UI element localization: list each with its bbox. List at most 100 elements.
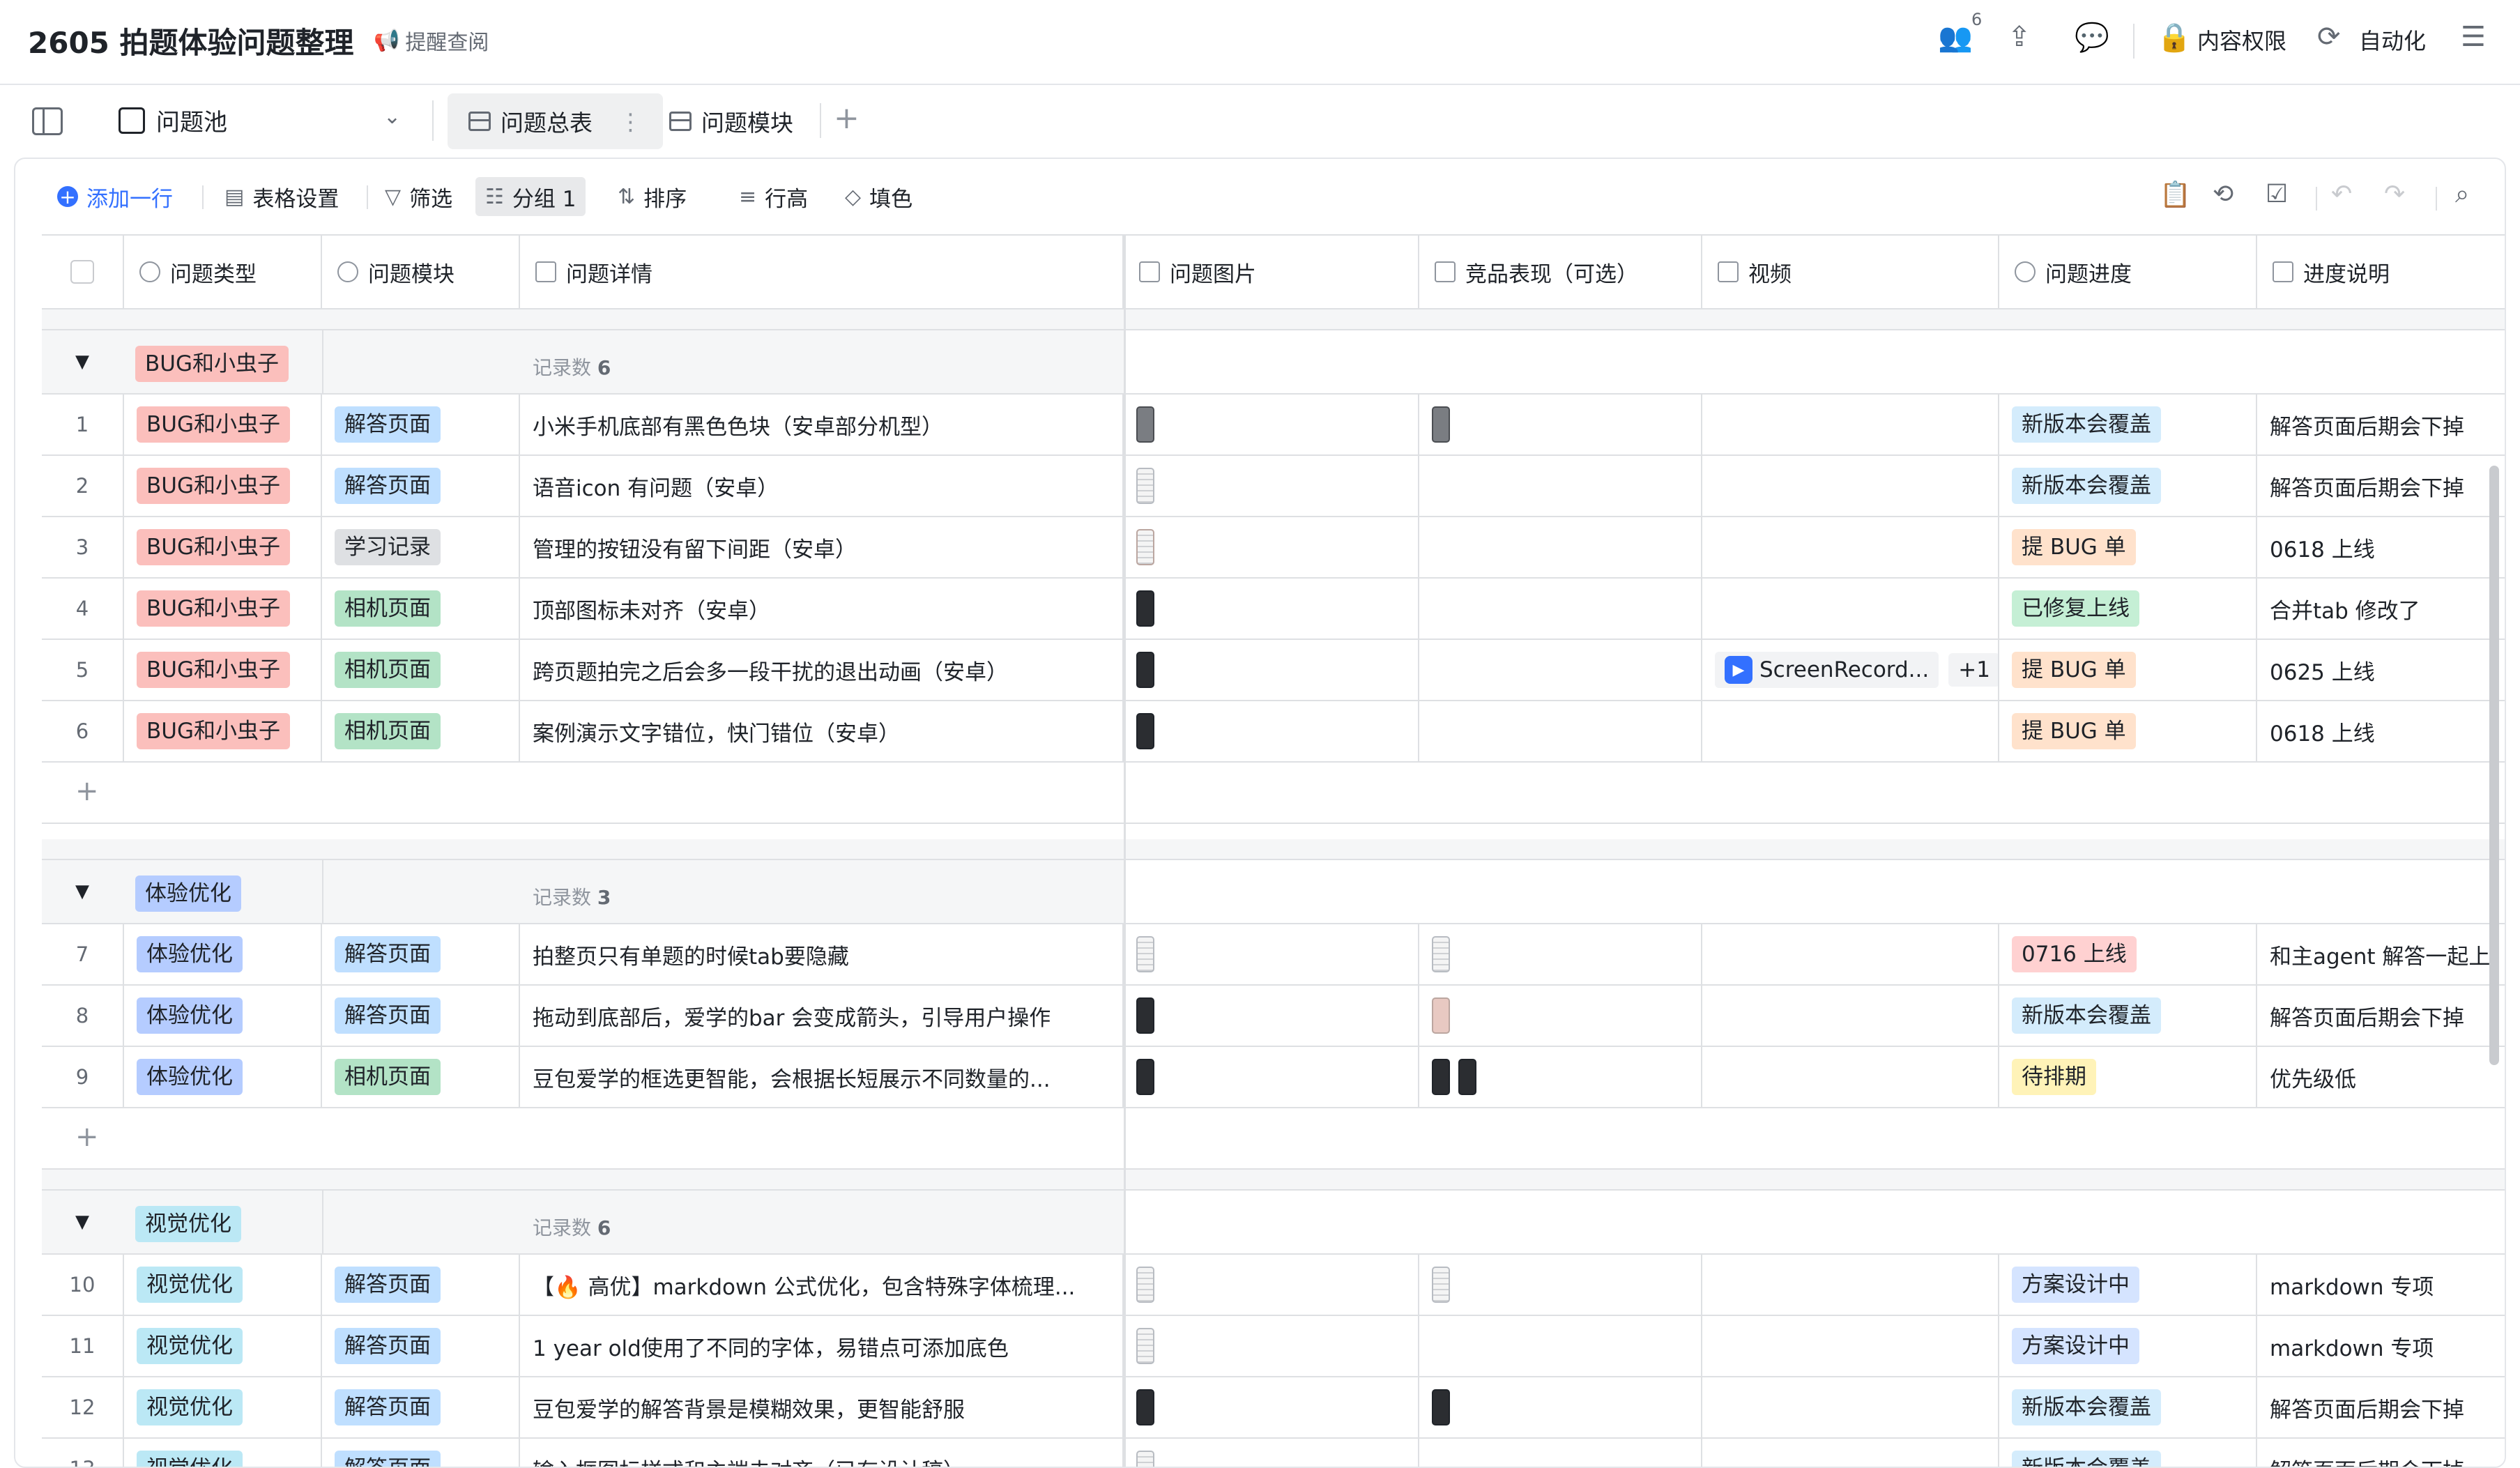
module-cell[interactable]: 解答页面: [322, 395, 520, 454]
row-number-cell[interactable]: 3: [42, 517, 124, 577]
table-row[interactable]: 1BUG和小虫子解答页面小米手机底部有黑色色块（安卓部分机型）新版本会覆盖解答页…: [42, 395, 2506, 456]
row-number-cell[interactable]: 7: [42, 924, 124, 984]
column-header-note[interactable]: 进度说明: [2257, 236, 2506, 308]
column-header-image[interactable]: 问题图片: [1124, 236, 1419, 308]
image-cell[interactable]: [1124, 1255, 1419, 1315]
row-number-cell[interactable]: 12: [42, 1377, 124, 1437]
collapse-triangle-icon[interactable]: ▼: [75, 881, 89, 902]
progress-cell[interactable]: 新版本会覆盖: [1999, 395, 2257, 454]
row-number-cell[interactable]: 5: [42, 640, 124, 700]
screenshot-thumbnail[interactable]: [1136, 468, 1154, 504]
detail-cell[interactable]: 语音icon 有问题（安卓）: [520, 456, 1124, 516]
note-cell[interactable]: 合并tab 修改了: [2257, 579, 2506, 639]
screenshot-thumbnail[interactable]: [1136, 652, 1154, 688]
video-cell[interactable]: [1702, 1316, 1999, 1376]
module-cell[interactable]: 学习记录: [322, 517, 520, 577]
note-cell[interactable]: 解答页面后期会下掉: [2257, 1377, 2506, 1437]
detail-cell[interactable]: 【🔥 高优】markdown 公式优化，包含特殊字体梳理...: [520, 1255, 1124, 1315]
video-cell[interactable]: ▶ScreenRecord...+1: [1702, 640, 1999, 700]
type-cell[interactable]: 体验优化: [124, 924, 322, 984]
detail-cell[interactable]: 拖动到底部后，爱学的bar 会变成箭头，引导用户操作: [520, 986, 1124, 1046]
module-cell[interactable]: 解答页面: [322, 1377, 520, 1437]
detail-cell[interactable]: 跨页题拍完之后会多一段干扰的退出动画（安卓）: [520, 640, 1124, 700]
table-row[interactable]: 4BUG和小虫子相机页面顶部图标未对齐（安卓）已修复上线合并tab 修改了: [42, 579, 2506, 640]
table-row[interactable]: 10视觉优化解答页面【🔥 高优】markdown 公式优化，包含特殊字体梳理..…: [42, 1255, 2506, 1316]
table-row[interactable]: 8体验优化解答页面拖动到底部后，爱学的bar 会变成箭头，引导用户操作新版本会覆…: [42, 986, 2506, 1047]
column-header-video[interactable]: 视频: [1702, 236, 1999, 308]
column-header-type[interactable]: 问题类型: [124, 236, 322, 308]
video-cell[interactable]: [1702, 395, 1999, 454]
detail-cell[interactable]: 拍整页只有单题的时候tab要隐藏: [520, 924, 1124, 984]
screenshot-thumbnail[interactable]: [1136, 1451, 1154, 1468]
collapse-triangle-icon[interactable]: ▼: [75, 1211, 89, 1232]
note-cell[interactable]: 优先级低: [2257, 1047, 2506, 1107]
column-header-progress[interactable]: 问题进度: [1999, 236, 2257, 308]
add-row-in-group[interactable]: +: [42, 763, 2506, 824]
type-cell[interactable]: BUG和小虫子: [124, 517, 322, 577]
module-cell[interactable]: 解答页面: [322, 1316, 520, 1376]
screenshot-thumbnail[interactable]: [1432, 1267, 1450, 1303]
progress-cell[interactable]: 新版本会覆盖: [1999, 986, 2257, 1046]
type-cell[interactable]: BUG和小虫子: [124, 701, 322, 761]
screenshot-thumbnail[interactable]: [1458, 1059, 1476, 1095]
module-cell[interactable]: 相机页面: [322, 1047, 520, 1107]
screenshot-thumbnail[interactable]: [1432, 1389, 1450, 1425]
table-row[interactable]: 5BUG和小虫子相机页面跨页题拍完之后会多一段干扰的退出动画（安卓） ▶Scree…: [42, 640, 2506, 701]
clipboard-icon[interactable]: 📋: [2160, 180, 2191, 209]
module-cell[interactable]: 相机页面: [322, 701, 520, 761]
module-cell[interactable]: 相机页面: [322, 579, 520, 639]
remind-review-button[interactable]: 📢 提醒查阅: [374, 25, 489, 56]
table-row[interactable]: 9体验优化相机页面豆包爱学的框选更智能，会根据长短展示不同数量的...待排期优先…: [42, 1047, 2506, 1108]
table-row[interactable]: 7体验优化解答页面拍整页只有单题的时候tab要隐藏0716 上线和主agent …: [42, 924, 2506, 986]
image-cell[interactable]: [1124, 640, 1419, 700]
sort-button[interactable]: ⇅ 排序: [608, 177, 696, 216]
column-header-detail[interactable]: 问题详情: [520, 236, 1124, 308]
group-header[interactable]: ▼ 体验优化 记录数 3: [42, 859, 2506, 924]
screenshot-thumbnail[interactable]: [1432, 406, 1450, 443]
row-number-cell[interactable]: 2: [42, 456, 124, 516]
progress-cell[interactable]: 提 BUG 单: [1999, 517, 2257, 577]
module-cell[interactable]: 相机页面: [322, 640, 520, 700]
competitor-cell[interactable]: [1419, 517, 1702, 577]
competitor-cell[interactable]: [1419, 395, 1702, 454]
add-row-button[interactable]: + 添加一行: [47, 177, 183, 216]
video-cell[interactable]: [1702, 1377, 1999, 1437]
type-cell[interactable]: 视觉优化: [124, 1255, 322, 1315]
comment-icon[interactable]: 💬: [2075, 21, 2109, 54]
fill-color-button[interactable]: ◇ 填色: [835, 177, 922, 216]
checklist-icon[interactable]: ☑: [2266, 180, 2288, 208]
table-row[interactable]: 12视觉优化解答页面豆包爱学的解答背景是模糊效果，更智能舒服新版本会覆盖解答页面…: [42, 1377, 2506, 1439]
sidebar-toggle-icon[interactable]: [32, 107, 63, 135]
row-number-cell[interactable]: 10: [42, 1255, 124, 1315]
competitor-cell[interactable]: [1419, 924, 1702, 984]
row-number-cell[interactable]: 13: [42, 1439, 124, 1468]
image-cell[interactable]: [1124, 517, 1419, 577]
table-row[interactable]: 13视觉优化解答页面输入框图标样式和主端未对齐（已有设计稿）新版本会覆盖解答页面…: [42, 1439, 2506, 1468]
video-cell[interactable]: [1702, 579, 1999, 639]
note-cell[interactable]: 和主agent 解答一起上: [2257, 924, 2506, 984]
table-settings-button[interactable]: ▤ 表格设置: [215, 177, 349, 216]
search-icon[interactable]: ⌕: [2455, 180, 2469, 209]
screenshot-thumbnail[interactable]: [1136, 1389, 1154, 1425]
module-cell[interactable]: 解答页面: [322, 456, 520, 516]
progress-cell[interactable]: 方案设计中: [1999, 1316, 2257, 1376]
image-cell[interactable]: [1124, 1439, 1419, 1468]
chevron-down-icon[interactable]: ⌄: [383, 105, 401, 129]
module-cell[interactable]: 解答页面: [322, 1439, 520, 1468]
progress-cell[interactable]: 待排期: [1999, 1047, 2257, 1107]
detail-cell[interactable]: 管理的按钮没有留下间距（安卓）: [520, 517, 1124, 577]
screenshot-thumbnail[interactable]: [1136, 406, 1154, 443]
select-all-cell[interactable]: [42, 236, 124, 308]
table-selector[interactable]: 问题池: [119, 103, 227, 137]
image-cell[interactable]: [1124, 579, 1419, 639]
undo-icon[interactable]: ↶: [2331, 180, 2352, 208]
share-icon[interactable]: ⇪: [2008, 21, 2031, 53]
progress-cell[interactable]: 新版本会覆盖: [1999, 456, 2257, 516]
type-cell[interactable]: BUG和小虫子: [124, 640, 322, 700]
progress-cell[interactable]: 提 BUG 单: [1999, 701, 2257, 761]
screenshot-thumbnail[interactable]: [1136, 1059, 1154, 1095]
more-attachments-badge[interactable]: +1: [1948, 653, 1999, 687]
type-cell[interactable]: BUG和小虫子: [124, 456, 322, 516]
image-cell[interactable]: [1124, 924, 1419, 984]
row-number-cell[interactable]: 9: [42, 1047, 124, 1107]
